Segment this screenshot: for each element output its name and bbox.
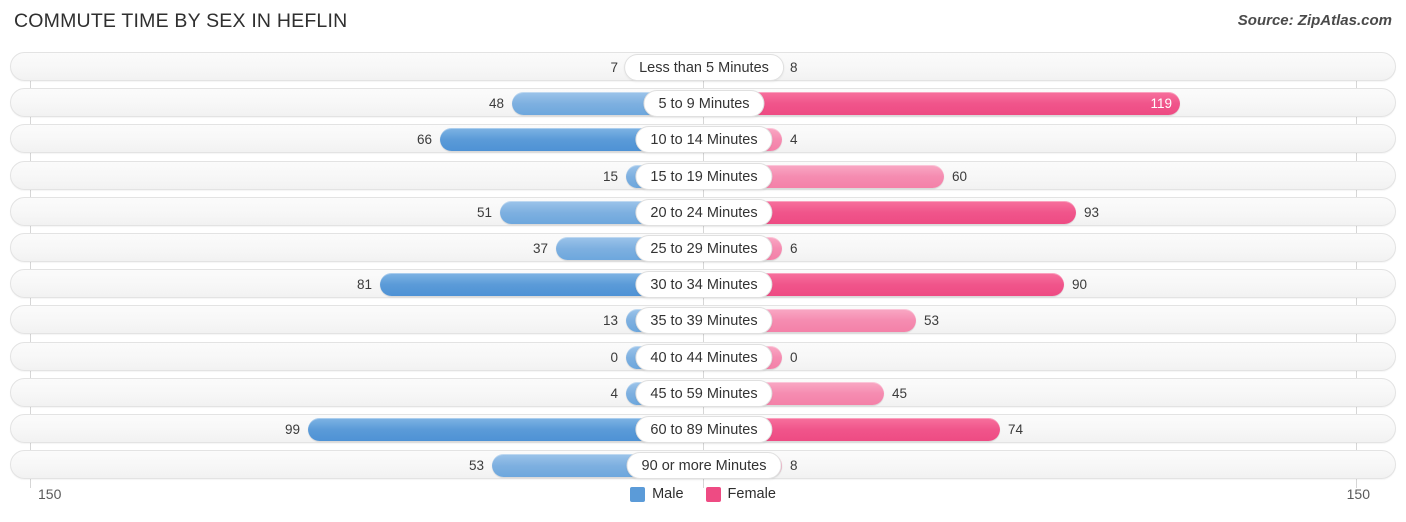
legend-swatch-icon [705,486,721,502]
page-title: COMMUTE TIME BY SEX IN HEFLIN [14,10,348,32]
chart-row[interactable]: 51 93 20 to 24 Minutes [10,196,1396,226]
chart-header: COMMUTE TIME BY SEX IN HEFLIN Source: Zi… [0,0,1406,44]
value-label-female: 119 [1150,96,1172,112]
value-label-female: 53 [924,313,940,329]
value-label-female: 8 [790,458,798,474]
category-label: 90 or more Minutes [626,452,782,480]
legend-label: Male [652,486,684,502]
category-label: Less than 5 Minutes [624,54,784,81]
source-label: Source: ZipAtlas.com [1237,12,1392,29]
category-label: 15 to 19 Minutes [635,162,773,190]
value-label-male: 81 [356,277,372,293]
chart-row[interactable]: 7 8 Less than 5 Minutes [10,52,1396,81]
category-label: 25 to 29 Minutes [635,235,773,262]
category-label: 35 to 39 Minutes [635,307,773,335]
chart-row[interactable]: 15 60 15 to 19 Minutes [10,160,1396,190]
value-label-male: 7 [610,60,618,75]
category-label: 60 to 89 Minutes [635,416,773,443]
value-label-male: 66 [416,132,432,148]
legend-item-female[interactable]: Female [705,486,776,502]
value-label-male: 48 [488,96,504,112]
value-label-male: 53 [468,458,484,474]
value-label-male: 37 [532,241,548,256]
value-label-female: 74 [1008,422,1024,437]
chart-page: COMMUTE TIME BY SEX IN HEFLIN Source: Zi… [0,0,1406,522]
value-label-female: 4 [790,132,798,148]
category-label: 5 to 9 Minutes [643,90,765,118]
chart-row[interactable]: 37 6 25 to 29 Minutes [10,233,1396,262]
value-label-female: 0 [790,349,798,365]
value-label-male: 13 [602,313,618,329]
category-label: 20 to 24 Minutes [635,198,773,226]
bar-female[interactable] [704,92,1180,116]
chart-row[interactable]: 66 4 10 to 14 Minutes [10,124,1396,154]
value-label-female: 90 [1072,277,1088,293]
category-label: 45 to 59 Minutes [635,379,773,407]
chart-row[interactable]: 13 53 35 to 39 Minutes [10,305,1396,335]
chart-legend: Male Female [0,486,1406,502]
chart-row[interactable]: 99 74 60 to 89 Minutes [10,414,1396,443]
chart-row[interactable]: 0 0 40 to 44 Minutes [10,341,1396,371]
value-label-female: 6 [790,241,798,256]
value-label-male: 51 [476,204,492,220]
value-label-female: 45 [892,385,908,401]
value-label-male: 4 [610,385,618,401]
value-label-female: 60 [952,168,968,184]
category-label: 10 to 14 Minutes [635,126,773,154]
chart-rows: 7 8 Less than 5 Minutes 48 119 5 to 9 Minutes… [10,52,1396,484]
chart-footer: 150 150 Male Female [0,486,1406,522]
legend-swatch-icon [630,486,646,502]
value-label-male: 99 [284,422,300,437]
value-label-female: 8 [790,60,798,75]
chart-row[interactable]: 48 119 5 to 9 Minutes [10,88,1396,118]
value-label-male: 15 [602,168,618,184]
legend-item-male[interactable]: Male [630,486,684,502]
category-label: 40 to 44 Minutes [635,343,773,371]
chart-plot-area: 7 8 Less than 5 Minutes 48 119 5 to 9 Minutes… [10,52,1396,488]
chart-row[interactable]: 81 90 30 to 34 Minutes [10,269,1396,299]
value-label-female: 93 [1084,204,1100,220]
category-label: 30 to 34 Minutes [635,271,773,299]
value-label-male: 0 [610,349,618,365]
legend-label: Female [727,486,776,502]
chart-row[interactable]: 53 8 90 or more Minutes [10,450,1396,480]
chart-row[interactable]: 4 45 45 to 59 Minutes [10,377,1396,407]
